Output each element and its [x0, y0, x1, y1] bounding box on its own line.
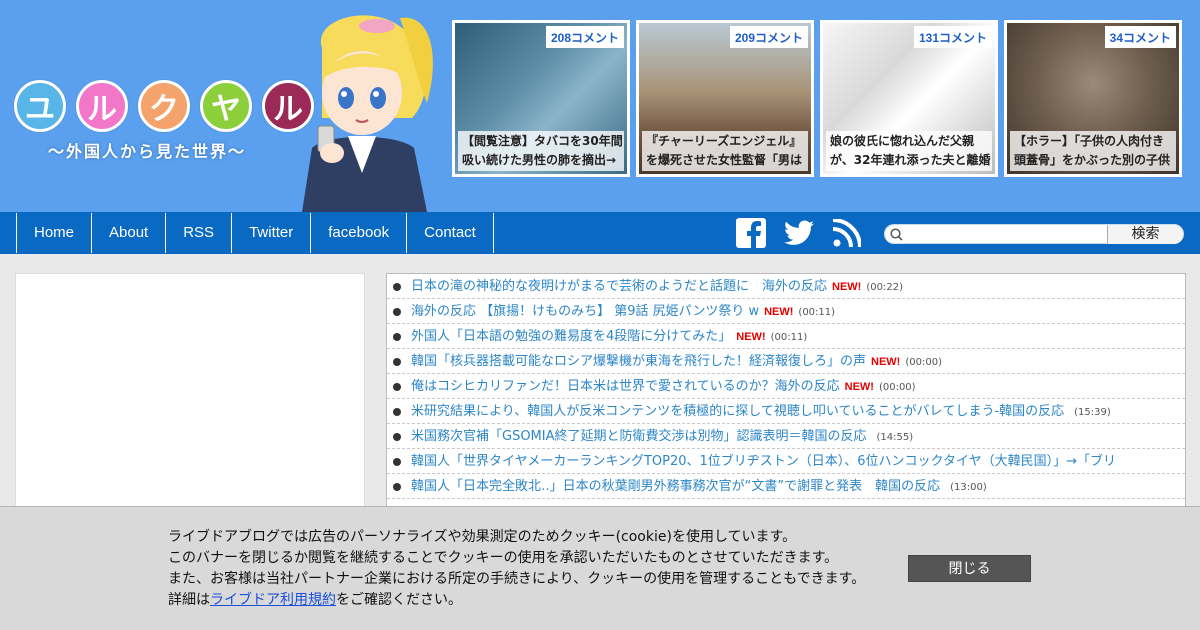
news-item: 韓国人「日本完全敗北‥」日本の秋葉剛男外務事務次官が“文書”で謝罪と発表 韓国の… [387, 474, 1185, 499]
news-time: (15:39) [1074, 407, 1111, 418]
news-item: 外国人「日本語の勉強の難易度を4段階に分けてみた」 NEW! (00:11) [387, 324, 1185, 349]
featured-thumb-1[interactable]: 208コメント 【閲覧注意】タバコを30年間 吸い続けた男性の肺を摘出→ [452, 20, 630, 177]
news-time: (00:00) [905, 357, 942, 368]
new-badge: NEW! [764, 306, 794, 318]
logo-circles: ユ ル ク ヤ ル [14, 80, 324, 132]
new-badge: NEW! [736, 331, 766, 343]
logo-char-4: ヤ [200, 80, 252, 132]
mascot-illustration [302, 15, 433, 212]
cookie-line: 詳細はライブドア利用規約をご確認ください。 [168, 590, 865, 611]
cookie-line-suffix: をご確認ください。 [336, 592, 462, 608]
news-link[interactable]: 米国務次官補「GSOMIA終了延期と防衛費交渉は別物」認識表明＝韓国の反応 [411, 429, 867, 444]
cookie-text: ライブドアブログでは広告のパーソナライズや効果測定のためクッキー(cookie)… [168, 527, 865, 611]
cookie-banner: ライブドアブログでは広告のパーソナライズや効果測定のためクッキー(cookie)… [0, 506, 1200, 630]
search-icon [890, 228, 903, 241]
thumb-caption-line: を爆死させた女性監督「男は [646, 153, 803, 167]
terms-link[interactable]: ライブドア利用規約 [210, 592, 336, 608]
comment-count-badge: 34コメント [1104, 26, 1176, 48]
news-time: (00:00) [878, 382, 916, 393]
thumb-caption: 娘の彼氏に惚れ込んだ父親 が、32年連れ添った夫と離婚 [826, 131, 992, 171]
featured-thumb-4[interactable]: 34コメント 【ホラー】「子供の人肉付き 頭蓋骨」をかぶった別の子供 [1004, 20, 1182, 177]
cookie-line-prefix: 詳細は [168, 592, 210, 608]
twitter-icon[interactable] [784, 218, 814, 248]
news-item: 米研究結果により、韓国人が反米コンテンツを積極的に探して視聴し叩いていることがバ… [387, 399, 1185, 424]
featured-thumbnails: 208コメント 【閲覧注意】タバコを30年間 吸い続けた男性の肺を摘出→ 209… [452, 20, 1182, 177]
nav-contact[interactable]: Contact [406, 213, 494, 253]
ad-slot [15, 273, 365, 523]
news-link[interactable]: 韓国人「世界タイヤメーカーランキングTOP20、1位ブリヂストン（日本）、6位ハ… [411, 454, 1116, 469]
news-item: 韓国「核兵器搭載可能なロシア爆撃機が東海を飛行した！経済報復しろ」の声 NEW! (… [387, 349, 1185, 374]
thumb-caption-line: 【閲覧注意】タバコを30年間 [462, 134, 623, 148]
new-badge: NEW! [832, 281, 862, 293]
site-logo[interactable]: ユ ル ク ヤ ル 〜外国人から見た世界〜 [14, 80, 324, 170]
news-link[interactable]: 米研究結果により、韓国人が反米コンテンツを積極的に探して視聴し叩いていることがバ… [411, 404, 1064, 419]
featured-thumb-2[interactable]: 209コメント 『チャーリーズエンジェル』 を爆死させた女性監督「男は [636, 20, 814, 177]
thumb-caption-line: が、32年連れ添った夫と離婚 [830, 153, 991, 167]
cookie-line: また、お客様は当社パートナー企業における所定の手続きにより、クッキーの使用を管理… [168, 571, 866, 587]
news-item: 俺はコシヒカリファンだ！日本米は世界で愛されているのか？海外の反応 NEW! (00… [387, 374, 1185, 399]
cookie-line: ライブドアブログでは広告のパーソナライズや効果測定のためクッキー(cookie)… [168, 529, 797, 545]
news-link[interactable]: 日本の滝の神秘的な夜明けがまるで芸術のようだと話題に 海外の反応 [411, 279, 827, 294]
thumb-image: 34コメント 【ホラー】「子供の人肉付き 頭蓋骨」をかぶった別の子供 [1007, 23, 1179, 174]
rss-icon[interactable] [832, 218, 862, 248]
news-time: (14:55) [876, 432, 914, 443]
logo-char-2: ル [76, 80, 128, 132]
thumb-caption: 【ホラー】「子供の人肉付き 頭蓋骨」をかぶった別の子供 [1010, 131, 1176, 171]
thumb-caption-line: 吸い続けた男性の肺を摘出→ [462, 153, 617, 167]
nav-menu: Home About RSS Twitter facebook Contact [16, 213, 494, 253]
news-item: 日本の滝の神秘的な夜明けがまるで芸術のようだと話題に 海外の反応 NEW! (00:… [387, 274, 1185, 299]
nav-about[interactable]: About [91, 213, 165, 253]
comment-count-badge: 131コメント [913, 26, 992, 48]
news-link[interactable]: 俺はコシヒカリファンだ！日本米は世界で愛されているのか？海外の反応 [411, 379, 840, 394]
site-header: ユ ル ク ヤ ル 〜外国人から見た世界〜 208コメント 【閲覧注意】タバコを… [0, 0, 1200, 212]
news-item: 韓国人「世界タイヤメーカーランキングTOP20、1位ブリヂストン（日本）、6位ハ… [387, 449, 1185, 474]
search-box: 検索 [884, 224, 1184, 244]
social-icons [736, 218, 862, 248]
news-link[interactable]: 韓国人「日本完全敗北‥」日本の秋葉剛男外務事務次官が“文書”で謝罪と発表 韓国の… [411, 479, 940, 494]
comment-count-badge: 209コメント [729, 26, 808, 48]
thumb-caption-line: 『チャーリーズエンジェル』 [646, 134, 802, 148]
thumb-caption-line: 【ホラー】「子供の人肉付き [1014, 134, 1165, 148]
thumb-image: 208コメント 【閲覧注意】タバコを30年間 吸い続けた男性の肺を摘出→ [455, 23, 627, 174]
nav-rss[interactable]: RSS [165, 213, 231, 253]
thumb-caption: 【閲覧注意】タバコを30年間 吸い続けた男性の肺を摘出→ [458, 131, 624, 171]
news-list: 日本の滝の神秘的な夜明けがまるで芸術のようだと話題に 海外の反応 NEW! (00:… [386, 273, 1186, 533]
search-input[interactable] [905, 227, 1105, 242]
news-link[interactable]: 韓国「核兵器搭載可能なロシア爆撃機が東海を飛行した！経済報復しろ」の声 [411, 354, 866, 369]
featured-thumb-3[interactable]: 131コメント 娘の彼氏に惚れ込んだ父親 が、32年連れ添った夫と離婚 [820, 20, 998, 177]
search-button[interactable]: 検索 [1107, 225, 1183, 244]
facebook-icon[interactable] [736, 218, 766, 248]
news-time: (00:22) [866, 282, 903, 293]
thumb-image: 131コメント 娘の彼氏に惚れ込んだ父親 が、32年連れ添った夫と離婚 [823, 23, 995, 174]
thumb-caption-line: 頭蓋骨」をかぶった別の子供 [1014, 153, 1171, 167]
logo-char-1: ユ [14, 80, 66, 132]
nav-facebook[interactable]: facebook [310, 213, 406, 253]
news-item: 米国務次官補「GSOMIA終了延期と防衛費交渉は別物」認識表明＝韓国の反応 (14… [387, 424, 1185, 449]
nav-twitter[interactable]: Twitter [231, 213, 310, 253]
thumb-caption-line: 娘の彼氏に惚れ込んだ父親 [830, 134, 975, 148]
cookie-line: このバナーを閉じるか閲覧を継続することでクッキーの使用を承認いただいたものとさせ… [168, 550, 839, 566]
news-time: (13:00) [950, 482, 987, 493]
news-item: 海外の反応 【旗揚！けものみち】 第9話 尻姫パンツ祭り w NEW! (00:11… [387, 299, 1185, 324]
new-badge: NEW! [871, 356, 901, 368]
nav-home[interactable]: Home [16, 213, 91, 253]
news-time: (00:11) [770, 332, 808, 343]
news-link[interactable]: 外国人「日本語の勉強の難易度を4段階に分けてみた」 [411, 329, 731, 344]
logo-char-3: ク [138, 80, 190, 132]
news-time: (00:11) [798, 307, 836, 318]
cookie-close-button[interactable]: 閉じる [908, 555, 1031, 582]
thumb-caption: 『チャーリーズエンジェル』 を爆死させた女性監督「男は [642, 131, 808, 171]
news-link[interactable]: 海外の反応 【旗揚！けものみち】 第9話 尻姫パンツ祭り w [411, 304, 759, 319]
comment-count-badge: 208コメント [545, 26, 624, 48]
thumb-image: 209コメント 『チャーリーズエンジェル』 を爆死させた女性監督「男は [639, 23, 811, 174]
new-badge: NEW! [844, 381, 874, 393]
